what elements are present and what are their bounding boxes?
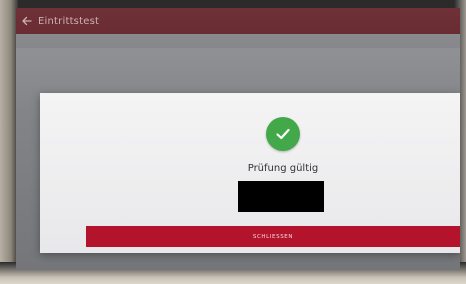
app-bar: Eintrittstest — [16, 8, 460, 34]
photo-frame: Eintrittstest Prüfung gültig SCHLIESSEN — [0, 0, 466, 284]
close-button-label: SCHLIESSEN — [252, 233, 294, 240]
arrow-left-icon-svg — [22, 16, 32, 26]
device-screen: Eintrittstest Prüfung gültig SCHLIESSEN — [16, 8, 460, 270]
redacted-info — [238, 181, 324, 212]
dimmed-page-header-strip — [16, 34, 460, 48]
result-dialog: Prüfung gültig SCHLIESSEN — [40, 93, 460, 253]
arrow-left-icon[interactable] — [16, 8, 38, 34]
status-text: Prüfung gültig — [247, 163, 319, 174]
check-circle-icon — [266, 117, 300, 151]
close-button[interactable]: SCHLIESSEN — [86, 226, 460, 247]
app-title: Eintrittstest — [38, 15, 100, 27]
checkmark-icon — [276, 128, 290, 140]
